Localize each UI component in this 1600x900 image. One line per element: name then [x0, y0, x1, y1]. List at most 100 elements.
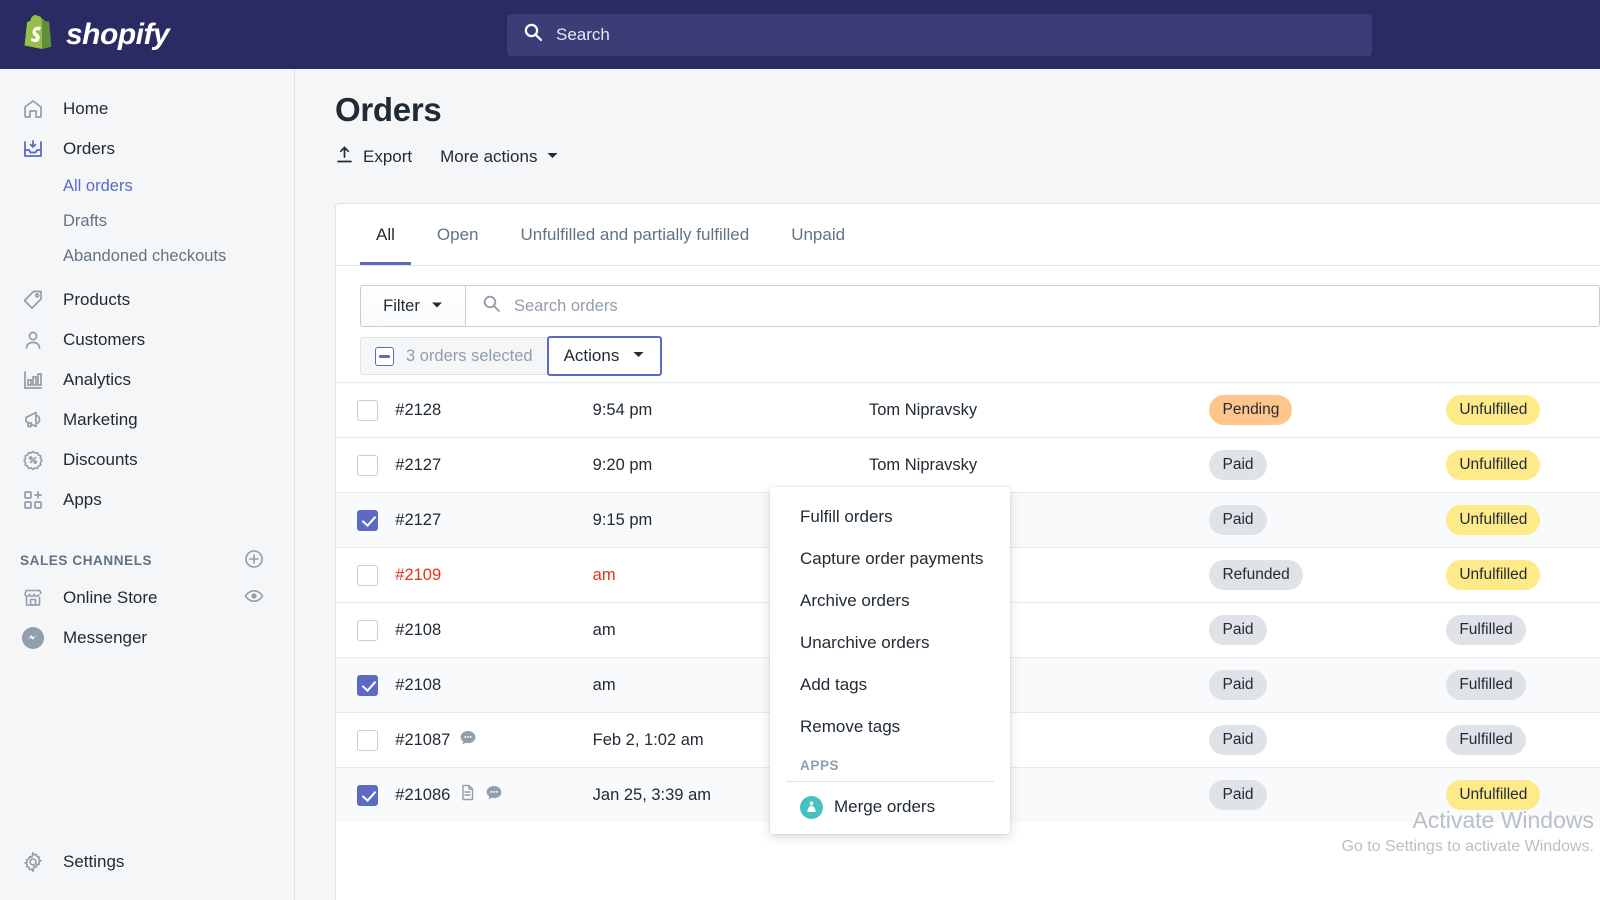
fulfillment-status-badge: Unfulfilled — [1446, 560, 1541, 590]
menu-item-archive-orders[interactable]: Archive orders — [770, 580, 1010, 622]
menu-item-remove-tags[interactable]: Remove tags — [770, 706, 1010, 748]
main-content: Orders Export More actions All Open Unfu… — [295, 69, 1600, 900]
sidebar-subitem-abandoned-checkouts[interactable]: Abandoned checkouts — [0, 239, 294, 274]
sidebar-item-customers[interactable]: Customers — [0, 320, 294, 360]
search-orders-placeholder: Search orders — [514, 296, 618, 315]
cell-order-number[interactable]: #2109 — [395, 566, 592, 585]
fulfillment-status-badge: Unfulfilled — [1446, 395, 1541, 425]
payment-status-badge: Paid — [1209, 725, 1267, 755]
tab-open[interactable]: Open — [421, 204, 495, 265]
menu-item-label: Merge orders — [834, 797, 936, 816]
sidebar-item-messenger[interactable]: Messenger — [0, 618, 294, 658]
row-checkbox[interactable] — [357, 399, 379, 421]
fulfillment-status-badge: Unfulfilled — [1446, 505, 1541, 535]
order-number-text: #2108 — [395, 620, 442, 639]
sidebar-item-online-store[interactable]: Online Store — [0, 578, 294, 618]
top-bar: shopify Search — [0, 0, 1600, 69]
sidebar-item-label: Settings — [63, 852, 125, 871]
tab-unpaid[interactable]: Unpaid — [775, 204, 861, 265]
sidebar-item-analytics[interactable]: Analytics — [0, 360, 294, 400]
plus-circle-icon[interactable] — [244, 549, 264, 572]
more-actions-button[interactable]: More actions — [440, 147, 559, 167]
cell-payment-status: Paid — [1209, 780, 1446, 810]
order-number-text: #2128 — [395, 400, 442, 419]
cell-order-number[interactable]: #21086 — [395, 784, 592, 807]
search-orders-input[interactable]: Search orders — [466, 285, 1600, 327]
row-checkbox[interactable] — [357, 784, 379, 806]
percent-badge-icon — [20, 447, 46, 473]
cell-payment-status: Paid — [1209, 450, 1446, 480]
actions-button[interactable]: Actions — [546, 336, 663, 376]
fulfillment-status-badge: Unfulfilled — [1446, 780, 1541, 810]
sidebar-item-marketing[interactable]: Marketing — [0, 400, 294, 440]
sidebar-subitem-all-orders[interactable]: All orders — [0, 169, 294, 204]
cell-order-number[interactable]: #2127 — [395, 456, 592, 475]
sidebar-item-discounts[interactable]: Discounts — [0, 440, 294, 480]
cell-order-number[interactable]: #2128 — [395, 401, 592, 420]
row-checkbox[interactable] — [357, 564, 379, 586]
tag-icon — [20, 287, 46, 313]
row-checkbox-cell — [336, 729, 395, 751]
table-row[interactable]: #2128 9:54 pm Tom Nipravsky Pending Unfu… — [336, 382, 1600, 437]
fulfillment-status-badge: Unfulfilled — [1446, 450, 1541, 480]
cell-order-number[interactable]: #2108 — [395, 676, 592, 695]
order-number-text: #2109 — [395, 565, 442, 584]
shopify-logo[interactable]: shopify — [0, 14, 295, 56]
sidebar-item-label: Analytics — [63, 370, 132, 389]
tab-label: Open — [436, 224, 479, 244]
row-checkbox[interactable] — [357, 729, 379, 751]
cell-payment-status: Paid — [1209, 505, 1446, 535]
menu-item-label: Add tags — [800, 675, 868, 694]
order-tabs: All Open Unfulfilled and partially fulfi… — [336, 204, 1600, 266]
sidebar-item-orders[interactable]: Orders — [0, 129, 294, 169]
export-button[interactable]: Export — [335, 145, 412, 169]
chevron-down-icon — [431, 297, 443, 316]
selection-count: 3 orders selected — [360, 337, 547, 375]
cell-payment-status: Refunded — [1209, 560, 1446, 590]
menu-item-merge-orders[interactable]: Merge orders — [770, 786, 1010, 828]
tab-all[interactable]: All — [360, 204, 411, 265]
page-title: Orders — [335, 91, 442, 128]
eye-icon[interactable] — [244, 586, 264, 611]
sidebar-subitem-label: All orders — [63, 177, 133, 195]
table-row[interactable]: #2127 9:20 pm Tom Nipravsky Paid Unfulfi… — [336, 437, 1600, 492]
sidebar-item-label: Home — [63, 99, 109, 118]
cell-payment-status: Paid — [1209, 670, 1446, 700]
sidebar-item-label: Orders — [63, 139, 115, 158]
row-checkbox[interactable] — [357, 674, 379, 696]
tab-label: Unpaid — [791, 224, 846, 244]
menu-item-capture-order-payments[interactable]: Capture order payments — [770, 538, 1010, 580]
cell-fulfillment-status: Unfulfilled — [1446, 560, 1600, 590]
row-checkbox-cell — [336, 619, 395, 641]
menu-item-fulfill-orders[interactable]: Fulfill orders — [770, 496, 1010, 538]
sidebar-item-label: Messenger — [63, 628, 148, 647]
sidebar-item-apps[interactable]: Apps — [0, 480, 294, 520]
cell-date: 9:54 pm — [592, 400, 653, 419]
sidebar: Home Orders All orders Drafts Abandoned … — [0, 69, 295, 900]
megaphone-icon — [20, 407, 46, 433]
menu-item-add-tags[interactable]: Add tags — [770, 664, 1010, 706]
payment-status-badge: Pending — [1209, 395, 1293, 425]
row-checkbox[interactable] — [357, 619, 379, 641]
person-icon — [20, 327, 46, 353]
sidebar-item-label: Products — [63, 290, 131, 309]
cell-order-number[interactable]: #2108 — [395, 621, 592, 640]
sidebar-item-settings[interactable]: Settings — [0, 842, 294, 882]
filter-button[interactable]: Filter — [360, 285, 466, 327]
row-checkbox-cell — [336, 564, 395, 586]
row-checkbox-cell — [336, 784, 395, 806]
sidebar-item-home[interactable]: Home — [0, 89, 294, 129]
global-search-input[interactable]: Search — [507, 13, 1372, 56]
row-checkbox[interactable] — [357, 454, 379, 476]
menu-item-unarchive-orders[interactable]: Unarchive orders — [770, 622, 1010, 664]
row-checkbox[interactable] — [357, 509, 379, 531]
sidebar-item-label: Customers — [63, 330, 146, 349]
cell-order-number[interactable]: #21087 — [395, 729, 592, 752]
sidebar-subitem-drafts[interactable]: Drafts — [0, 204, 294, 239]
cell-order-number[interactable]: #2127 — [395, 511, 592, 530]
select-all-checkbox[interactable] — [375, 346, 394, 366]
sidebar-item-products[interactable]: Products — [0, 280, 294, 320]
more-actions-label: More actions — [440, 147, 538, 166]
merge-orders-app-icon — [800, 795, 823, 819]
tab-unfulfilled-partially-fulfilled[interactable]: Unfulfilled and partially fulfilled — [505, 204, 766, 265]
